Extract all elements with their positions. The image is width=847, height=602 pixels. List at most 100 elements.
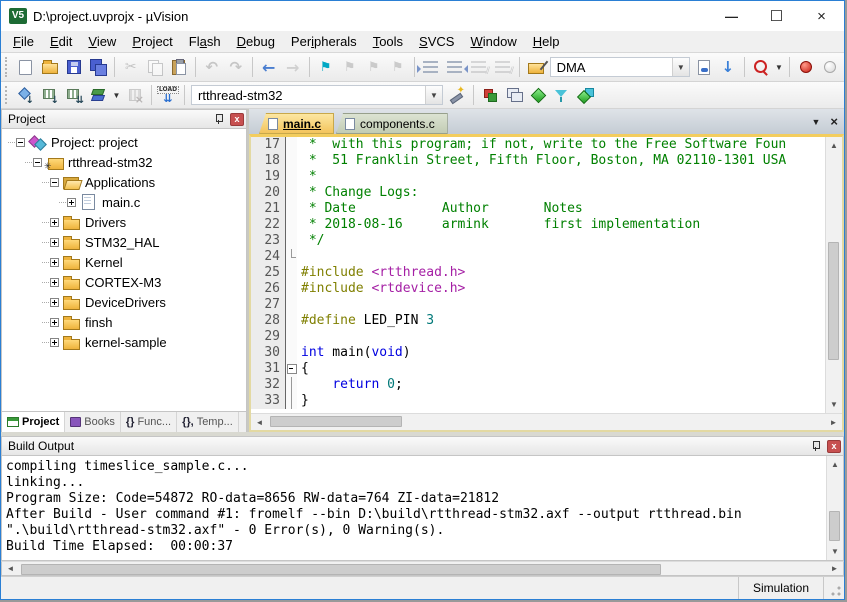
menu-item-view[interactable]: View <box>80 32 124 51</box>
scroll-track[interactable] <box>827 473 843 543</box>
menu-item-project[interactable]: Project <box>124 32 180 51</box>
menu-item-debug[interactable]: Debug <box>229 32 283 51</box>
scroll-down-icon[interactable]: ▼ <box>827 543 844 560</box>
tree-item-drivers[interactable]: Drivers <box>2 212 246 232</box>
resize-grip[interactable] <box>824 577 844 599</box>
tree-item-project-project[interactable]: Project: project <box>2 132 246 152</box>
panel-tab-project[interactable]: Project <box>2 412 65 432</box>
pin-icon[interactable] <box>214 113 224 125</box>
toolbar-grip[interactable] <box>5 57 10 77</box>
redo-button[interactable] <box>224 56 248 79</box>
scroll-track[interactable] <box>826 154 842 396</box>
scroll-thumb[interactable] <box>21 564 661 575</box>
scroll-track[interactable] <box>268 414 825 430</box>
expand-icon[interactable] <box>67 198 76 207</box>
scroll-left-icon[interactable]: ◄ <box>251 414 268 431</box>
new-file-button[interactable] <box>14 56 38 79</box>
tree-item-kernel-sample[interactable]: kernel-sample <box>2 332 246 352</box>
scroll-right-icon[interactable]: ► <box>826 560 843 577</box>
scroll-thumb[interactable] <box>270 416 402 427</box>
expand-icon[interactable] <box>50 258 59 267</box>
stop-build-button[interactable] <box>123 84 147 107</box>
expand-icon[interactable] <box>50 278 59 287</box>
editor-tab-components-c[interactable]: components.c <box>336 113 448 134</box>
menu-item-svcs[interactable]: SVCS <box>411 32 462 51</box>
build-output-close-button[interactable]: x <box>827 440 841 453</box>
scroll-up-icon[interactable]: ▲ <box>827 456 844 473</box>
project-panel-close-button[interactable]: x <box>230 113 244 126</box>
options-for-target-button[interactable] <box>445 84 469 107</box>
select-software-packs-button[interactable] <box>550 84 574 107</box>
expand-icon[interactable] <box>50 218 59 227</box>
tree-item-kernel[interactable]: Kernel <box>2 252 246 272</box>
translate-file-button[interactable] <box>14 84 38 107</box>
close-button[interactable]: × <box>799 1 844 31</box>
pin-icon[interactable] <box>811 440 821 452</box>
manage-workspace-button[interactable] <box>502 84 526 107</box>
start-debug-session-button[interactable] <box>749 56 773 79</box>
bookmark-clear-button[interactable] <box>386 56 410 79</box>
tab-list-dropdown-icon[interactable]: ▼ <box>811 117 820 127</box>
build-output-text[interactable]: compiling timeslice_sample.c...linking..… <box>2 456 826 560</box>
expand-icon[interactable] <box>50 238 59 247</box>
download-button[interactable]: LOAD⇊ <box>156 84 180 107</box>
tree-item-stm32-hal[interactable]: STM32_HAL <box>2 232 246 252</box>
pack-installer-button[interactable] <box>574 84 598 107</box>
editor-vertical-scrollbar[interactable]: ▲ ▼ <box>825 137 842 413</box>
menu-item-flash[interactable]: Flash <box>181 32 229 51</box>
minimize-button[interactable]: — <box>709 1 754 31</box>
comment-selection-button[interactable] <box>467 56 491 79</box>
tree-item-rtthread-stm32[interactable]: rtthread-stm32 <box>2 152 246 172</box>
build-vertical-scrollbar[interactable]: ▲ ▼ <box>826 456 843 560</box>
scroll-track[interactable] <box>19 562 826 575</box>
collapse-icon[interactable] <box>50 178 59 187</box>
bookmark-previous-button[interactable] <box>338 56 362 79</box>
scroll-thumb[interactable] <box>829 511 840 541</box>
expand-icon[interactable] <box>50 318 59 327</box>
maximize-button[interactable]: ☐ <box>754 1 799 31</box>
collapse-icon[interactable] <box>16 138 25 147</box>
search-combobox-value[interactable]: DMA <box>551 60 672 75</box>
tab-close-icon[interactable]: × <box>830 114 838 129</box>
expand-icon[interactable] <box>50 298 59 307</box>
save-button[interactable] <box>62 56 86 79</box>
bookmark-toggle-button[interactable] <box>314 56 338 79</box>
tree-item-cortex-m3[interactable]: CORTEX-M3 <box>2 272 246 292</box>
find-in-files-button[interactable] <box>692 56 716 79</box>
undo-button[interactable] <box>200 56 224 79</box>
editor-horizontal-scrollbar[interactable]: ◄ ► <box>251 413 842 430</box>
target-combobox-value[interactable]: rtthread-stm32 <box>192 88 425 103</box>
panel-tab-temp[interactable]: {},Temp... <box>177 412 239 432</box>
debug-dropdown[interactable]: ▼ <box>773 56 785 79</box>
indent-button[interactable] <box>419 56 443 79</box>
batch-build-button[interactable] <box>86 84 110 107</box>
uncomment-selection-button[interactable] <box>491 56 515 79</box>
build-button[interactable] <box>38 84 62 107</box>
menu-item-peripherals[interactable]: Peripherals <box>283 32 365 51</box>
build-horizontal-scrollbar[interactable]: ◄ ► <box>1 561 844 576</box>
breakpoint-toggle-button[interactable] <box>794 56 818 79</box>
scroll-left-icon[interactable]: ◄ <box>2 560 19 577</box>
rebuild-all-button[interactable] <box>62 84 86 107</box>
collapse-icon[interactable] <box>33 158 42 167</box>
chevron-down-icon[interactable]: ▼ <box>672 58 689 76</box>
bookmark-next-button[interactable] <box>362 56 386 79</box>
panel-tab-books[interactable]: Books <box>65 412 121 432</box>
navigate-forward-button[interactable] <box>281 56 305 79</box>
panel-tab-func[interactable]: {}Func... <box>121 412 177 432</box>
target-combobox[interactable]: rtthread-stm32▼ <box>191 85 443 105</box>
menu-item-help[interactable]: Help <box>525 32 568 51</box>
navigate-back-button[interactable] <box>257 56 281 79</box>
chevron-down-icon[interactable]: ▼ <box>425 86 442 104</box>
menu-item-tools[interactable]: Tools <box>365 32 411 51</box>
incremental-find-button[interactable] <box>716 56 740 79</box>
scroll-down-icon[interactable]: ▼ <box>826 396 843 413</box>
open-file-button[interactable] <box>38 56 62 79</box>
tree-item-applications[interactable]: Applications <box>2 172 246 192</box>
unindent-button[interactable] <box>443 56 467 79</box>
menu-item-edit[interactable]: Edit <box>42 32 80 51</box>
fold-open-icon[interactable] <box>285 361 297 377</box>
scroll-up-icon[interactable]: ▲ <box>826 137 843 154</box>
manage-rte-button[interactable] <box>526 84 550 107</box>
search-combobox[interactable]: DMA▼ <box>550 57 690 77</box>
